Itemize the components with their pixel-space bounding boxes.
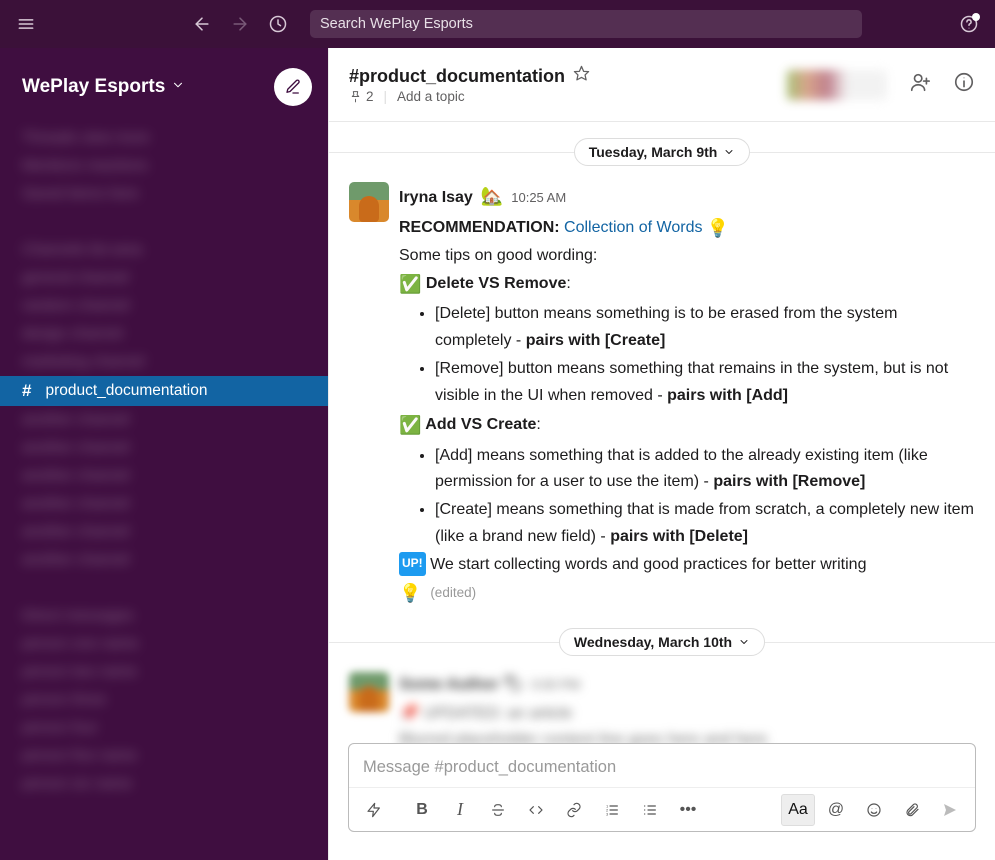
list-item: [Create] means something that is made fr… bbox=[435, 497, 975, 550]
emoji-button[interactable] bbox=[857, 794, 891, 826]
mention-button[interactable]: @ bbox=[819, 794, 853, 826]
date-pill[interactable]: Tuesday, March 9th bbox=[574, 138, 751, 166]
message-text: We start collecting words and good pract… bbox=[426, 556, 867, 573]
send-button[interactable] bbox=[933, 794, 967, 826]
avatar bbox=[349, 672, 389, 712]
svg-text:3: 3 bbox=[606, 811, 609, 816]
date-divider: Wednesday, March 10th bbox=[329, 628, 995, 656]
nav-back-icon[interactable] bbox=[192, 14, 212, 34]
search-input[interactable]: Search WePlay Esports bbox=[310, 10, 862, 38]
list-item: [Add] means something that is added to t… bbox=[435, 443, 975, 496]
channel-topic-placeholder[interactable]: Add a topic bbox=[397, 89, 465, 104]
message-input[interactable]: Message #product_documentation bbox=[349, 744, 975, 787]
workspace-name: WePlay Esports bbox=[22, 76, 165, 98]
hamburger-icon[interactable] bbox=[16, 14, 36, 34]
bulb-emoji: 💡 bbox=[399, 583, 421, 603]
date-divider: Tuesday, March 9th bbox=[329, 138, 995, 166]
message-text: Delete VS Remove bbox=[421, 275, 566, 292]
list-item: [Remove] button means something that rem… bbox=[435, 356, 975, 409]
list-item: [Delete] button means something is to be… bbox=[435, 301, 975, 354]
search-placeholder: Search WePlay Esports bbox=[320, 16, 473, 32]
bullet-list-button[interactable] bbox=[633, 794, 667, 826]
lightning-icon[interactable] bbox=[357, 794, 391, 826]
more-formatting-button[interactable]: ••• bbox=[671, 794, 705, 826]
attach-button[interactable] bbox=[895, 794, 929, 826]
channel-header: #product_documentation 2 | Add a topic bbox=[329, 48, 995, 122]
check-emoji: ✅ bbox=[399, 415, 421, 435]
code-button[interactable] bbox=[519, 794, 553, 826]
format-toggle-button[interactable]: Aa bbox=[781, 794, 815, 826]
channel-title[interactable]: #product_documentation bbox=[349, 66, 565, 87]
bulb-emoji: 💡 bbox=[707, 218, 729, 238]
sidebar: WePlay Esports Threads view more Mention… bbox=[0, 48, 328, 860]
sidebar-channel-label: product_documentation bbox=[45, 382, 207, 400]
composer: Message #product_documentation B I 123 •… bbox=[348, 743, 976, 832]
nav-forward-icon[interactable] bbox=[230, 14, 250, 34]
workspace-switcher[interactable]: WePlay Esports bbox=[22, 76, 185, 98]
date-pill[interactable]: Wednesday, March 10th bbox=[559, 628, 765, 656]
link-button[interactable] bbox=[557, 794, 591, 826]
info-icon[interactable] bbox=[953, 71, 975, 98]
strikethrough-button[interactable] bbox=[481, 794, 515, 826]
pinned-count[interactable]: 2 bbox=[349, 89, 374, 104]
sidebar-blurred-section: Threads view more Mentions reactions Sav… bbox=[0, 124, 328, 376]
ordered-list-button[interactable]: 123 bbox=[595, 794, 629, 826]
star-icon[interactable] bbox=[573, 65, 590, 87]
main-pane: #product_documentation 2 | Add a topic bbox=[328, 48, 995, 860]
message-text: RECOMMENDATION: bbox=[399, 219, 564, 236]
message-text: Add VS Create bbox=[421, 416, 536, 433]
edited-label: (edited) bbox=[430, 585, 476, 600]
bold-button[interactable]: B bbox=[405, 794, 439, 826]
message-author[interactable]: Iryna Isay bbox=[399, 185, 473, 211]
message: Iryna Isay 🏡 10:25 AM RECOMMENDATION: Co… bbox=[329, 176, 995, 612]
sidebar-active-channel[interactable]: # product_documentation bbox=[0, 376, 328, 406]
compose-button[interactable] bbox=[274, 68, 312, 106]
message-timestamp[interactable]: 10:25 AM bbox=[511, 187, 566, 208]
add-people-icon[interactable] bbox=[909, 71, 931, 98]
status-emoji: 🏡 bbox=[481, 182, 503, 212]
chevron-down-icon bbox=[171, 76, 185, 98]
members-avatars[interactable] bbox=[787, 70, 887, 100]
hash-icon: # bbox=[22, 381, 31, 401]
message-text: Some tips on good wording: bbox=[399, 243, 975, 269]
history-icon[interactable] bbox=[268, 14, 288, 34]
sidebar-blurred-section: another channel another channel another … bbox=[0, 406, 328, 860]
topbar: Search WePlay Esports bbox=[0, 0, 995, 48]
avatar[interactable] bbox=[349, 182, 389, 222]
message-input-placeholder: Message #product_documentation bbox=[363, 758, 616, 776]
help-icon[interactable] bbox=[959, 14, 979, 34]
check-emoji: ✅ bbox=[399, 274, 421, 294]
italic-button[interactable]: I bbox=[443, 794, 477, 826]
message-link[interactable]: Collection of Words bbox=[564, 219, 702, 236]
up-badge: UP! bbox=[399, 552, 426, 576]
